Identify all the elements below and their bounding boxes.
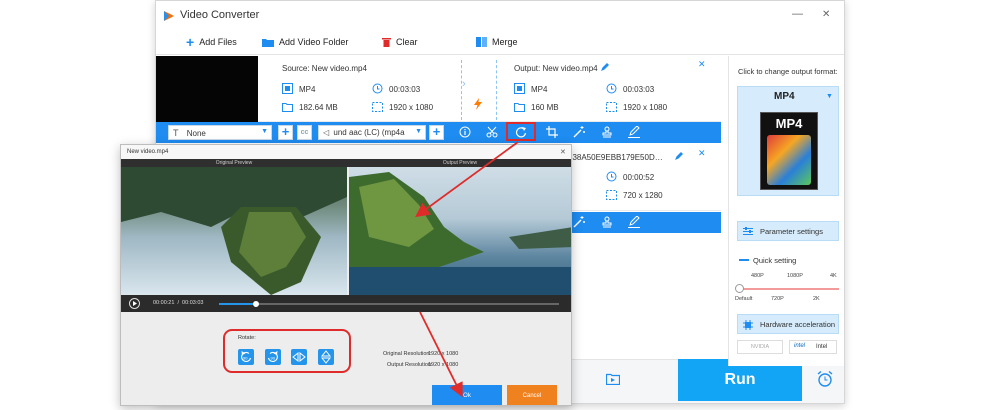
annotation-arrows — [415, 141, 519, 398]
arrow-to-preview — [415, 141, 519, 218]
arrow-to-ok — [419, 311, 463, 398]
